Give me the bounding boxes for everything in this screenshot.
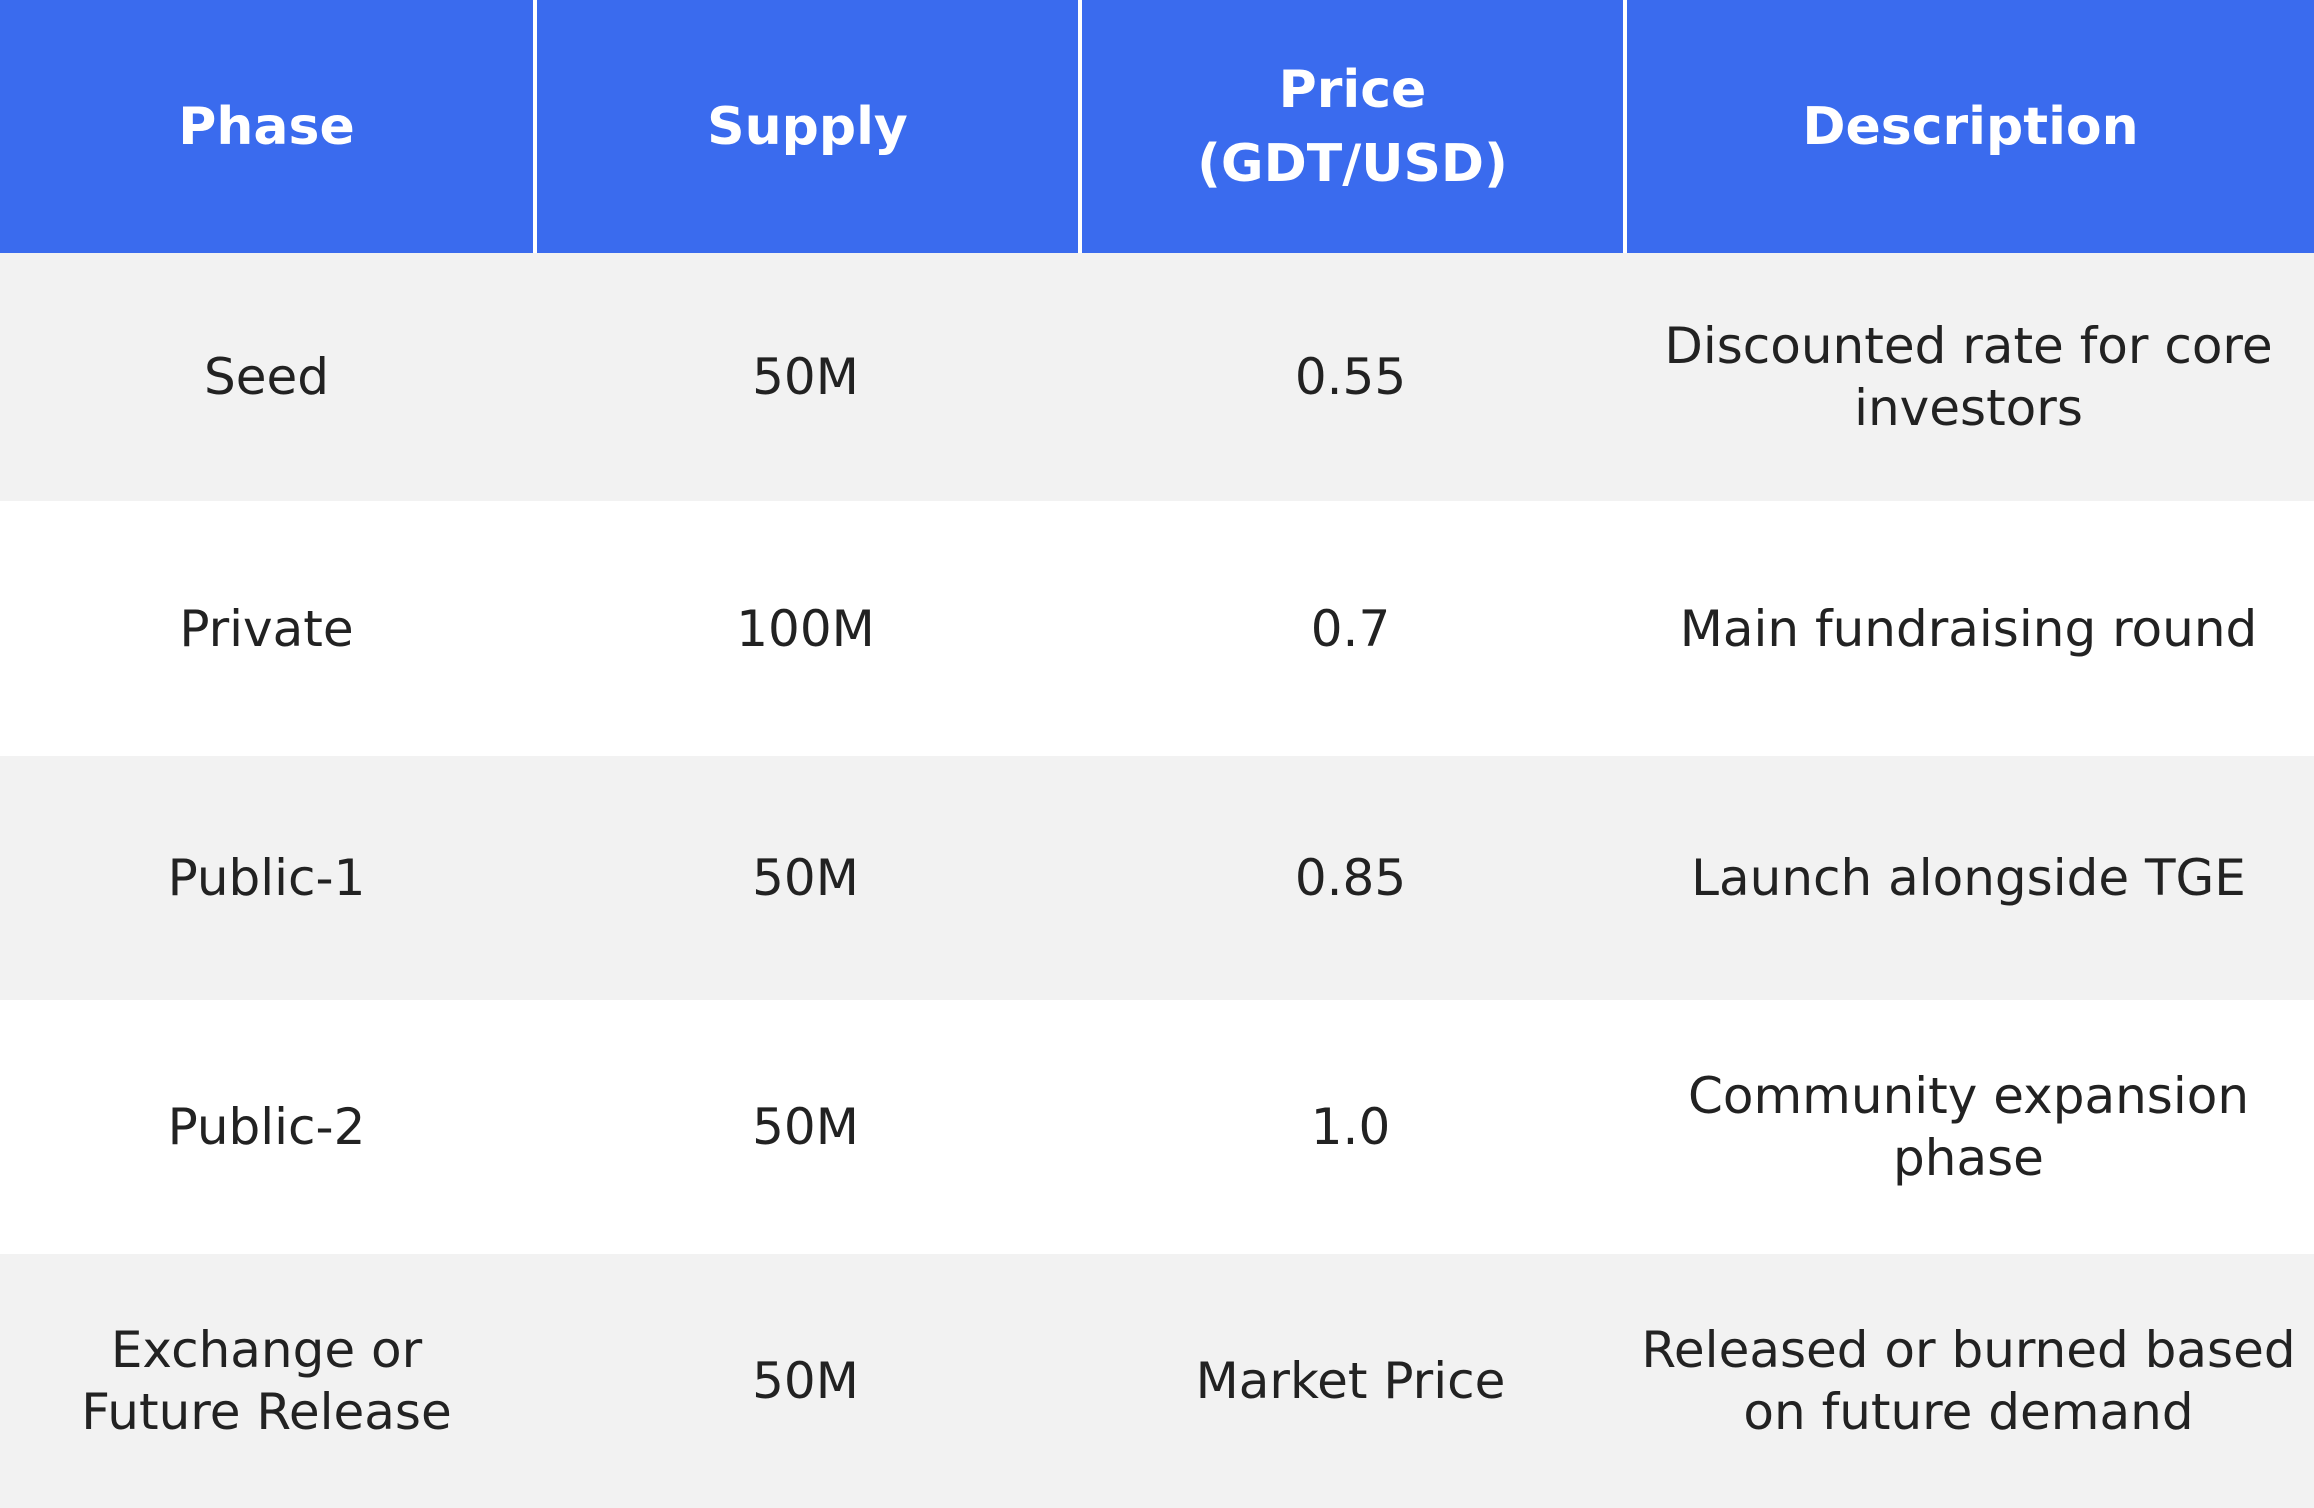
cell-phase: Public-1 bbox=[167, 849, 366, 907]
cell-supply: 50M bbox=[752, 849, 859, 907]
table-header-row: Phase Supply Price (GDT/USD) Description bbox=[0, 0, 2314, 253]
cell-price: 0.85 bbox=[1294, 849, 1407, 907]
table-row: Private 100M 0.7 Main fundraising round bbox=[0, 501, 2314, 756]
table-row: Public-2 50M 1.0 Community expansion pha… bbox=[0, 1000, 2314, 1254]
cell-price: 0.55 bbox=[1294, 348, 1407, 406]
cell-description: Main fundraising round bbox=[1679, 599, 2258, 658]
cell-phase: Private bbox=[179, 599, 354, 658]
token-sale-table: Phase Supply Price (GDT/USD) Description… bbox=[0, 0, 2314, 1508]
cell-supply: 50M bbox=[752, 348, 859, 406]
cell-price: 0.7 bbox=[1310, 599, 1391, 658]
cell-supply: 100M bbox=[736, 599, 875, 658]
header-description: Description bbox=[1623, 0, 2314, 253]
table-row: Exchange or Future Release 50M Market Pr… bbox=[0, 1254, 2314, 1508]
table-row: Public-1 50M 0.85 Launch alongside TGE bbox=[0, 756, 2314, 1000]
table-row: Seed 50M 0.55 Discounted rate for core i… bbox=[0, 253, 2314, 501]
header-price-line2: (GDT/USD) bbox=[1197, 133, 1508, 194]
cell-price: Market Price bbox=[1195, 1352, 1506, 1410]
cell-phase: Public-2 bbox=[167, 1098, 366, 1156]
cell-supply: 50M bbox=[752, 1098, 859, 1156]
header-phase: Phase bbox=[178, 96, 355, 157]
cell-description: Launch alongside TGE bbox=[1691, 849, 2246, 907]
cell-phase: Seed bbox=[204, 348, 329, 406]
header-price-line1: Price bbox=[1278, 59, 1427, 120]
cell-price: 1.0 bbox=[1310, 1098, 1391, 1156]
cell-supply: 50M bbox=[752, 1352, 859, 1410]
cell-phase: Exchange or Future Release bbox=[81, 1321, 452, 1441]
cell-description: Released or burned based on future deman… bbox=[1641, 1321, 2296, 1441]
cell-description: Discounted rate for core investors bbox=[1664, 317, 2273, 437]
header-price: Price (GDT/USD) bbox=[1078, 0, 1623, 253]
header-supply: Supply bbox=[533, 0, 1078, 253]
cell-description: Community expansion phase bbox=[1687, 1067, 2250, 1187]
